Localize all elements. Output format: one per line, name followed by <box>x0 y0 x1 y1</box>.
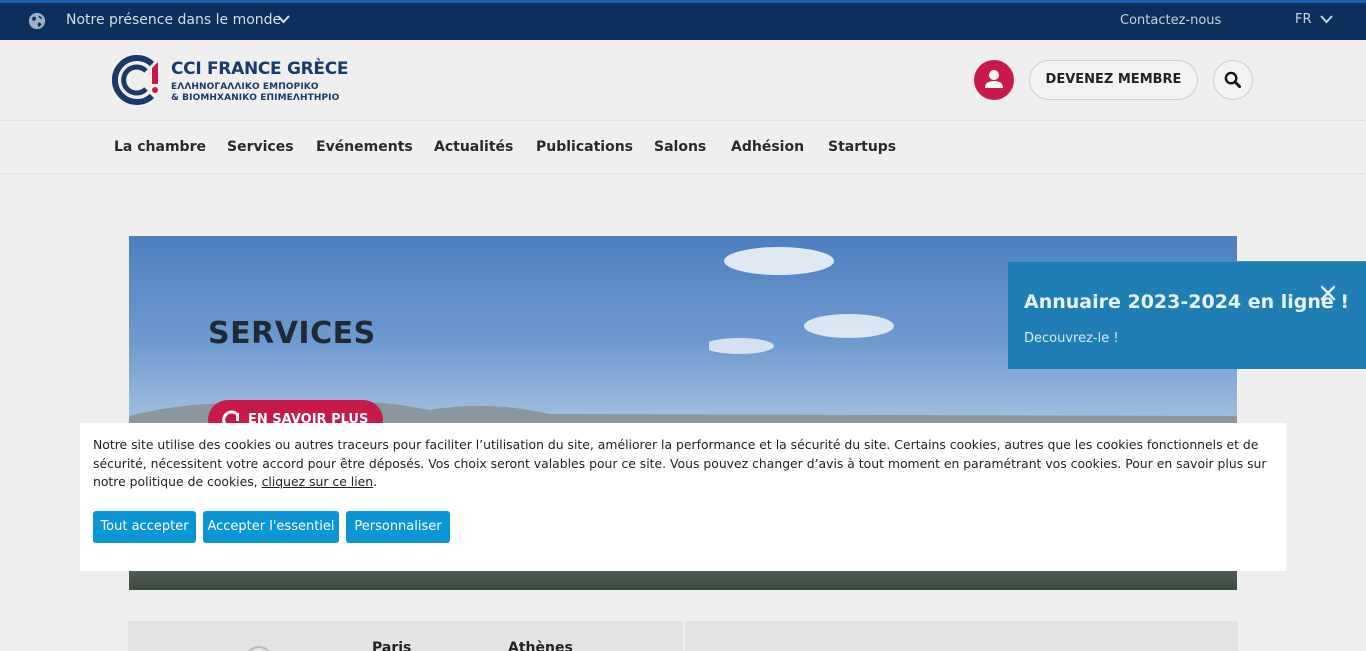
search-button[interactable] <box>1213 60 1253 100</box>
chevron-down-icon[interactable] <box>1320 15 1333 24</box>
globe-icon <box>28 12 46 30</box>
nav-item-services[interactable]: Services <box>227 139 294 155</box>
language-selector[interactable]: FR <box>1295 12 1312 27</box>
site-header: CCI FRANCE GRÈCE ΕΛΛΗΝΟΓΑΛΛΙΚΟ ΕΜΠΟΡΙΚΟ … <box>0 40 1366 121</box>
cookie-text-end: . <box>373 474 378 490</box>
city-athenes: Athènes <box>508 640 573 651</box>
nav-item-salons[interactable]: Salons <box>654 139 706 155</box>
contact-card-right <box>685 621 1238 651</box>
account-button[interactable] <box>974 60 1014 100</box>
popup-title: Annuaire 2023-2024 en ligne ! <box>1024 291 1350 313</box>
accept-all-button[interactable]: Tout accepter <box>93 511 196 543</box>
city-paris: Paris <box>372 640 412 651</box>
close-icon[interactable] <box>1319 284 1337 302</box>
logo-subtitle-2: & ΒΙΟΜΗΧΑΝΙΚΟ ΕΠΙΜΕΛΗΤΗΡΙΟ <box>171 93 340 103</box>
cookie-banner: Notre site utilise des cookies ou autres… <box>80 423 1286 571</box>
popup-link[interactable]: Decouvrez-le ! <box>1024 331 1119 346</box>
contact-link[interactable]: Contactez-nous <box>1120 13 1221 28</box>
nav-item-actualites[interactable]: Actualités <box>434 139 513 155</box>
nav-item-startups[interactable]: Startups <box>828 139 896 155</box>
become-member-button[interactable]: DEVENEZ MEMBRE <box>1029 60 1198 100</box>
user-icon <box>985 70 1003 88</box>
nav-item-adhesion[interactable]: Adhésion <box>731 139 804 155</box>
cookie-text: Notre site utilise des cookies ou autres… <box>93 436 1279 492</box>
clouds-decoration <box>709 247 894 354</box>
presence-menu-label[interactable]: Notre présence dans le monde <box>66 12 281 28</box>
main-nav: La chambre Services Evénements Actualité… <box>0 121 1366 174</box>
top-bar: Notre présence dans le monde Contactez-n… <box>0 0 1366 40</box>
annuaire-popup: Annuaire 2023-2024 en ligne ! Decouvrez-… <box>1008 261 1366 369</box>
cci-logo-icon[interactable] <box>112 54 160 106</box>
customize-button[interactable]: Personnaliser <box>346 511 450 543</box>
nav-item-evenements[interactable]: Evénements <box>316 139 413 155</box>
accept-essential-button[interactable]: Accepter l'essentiel <box>203 511 339 543</box>
chevron-down-icon[interactable] <box>277 15 290 24</box>
nav-item-publications[interactable]: Publications <box>536 139 633 155</box>
nav-item-la-chambre[interactable]: La chambre <box>114 139 206 155</box>
logo-subtitle-1: ΕΛΛΗΝΟΓΑΛΛΙΚΟ ΕΜΠΟΡΙΚΟ <box>171 82 319 92</box>
search-icon <box>1224 71 1242 89</box>
cookie-policy-link[interactable]: cliquez sur ce lien <box>262 474 374 489</box>
logo-title: CCI FRANCE GRÈCE <box>171 59 349 79</box>
hero-title: SERVICES <box>208 316 376 351</box>
